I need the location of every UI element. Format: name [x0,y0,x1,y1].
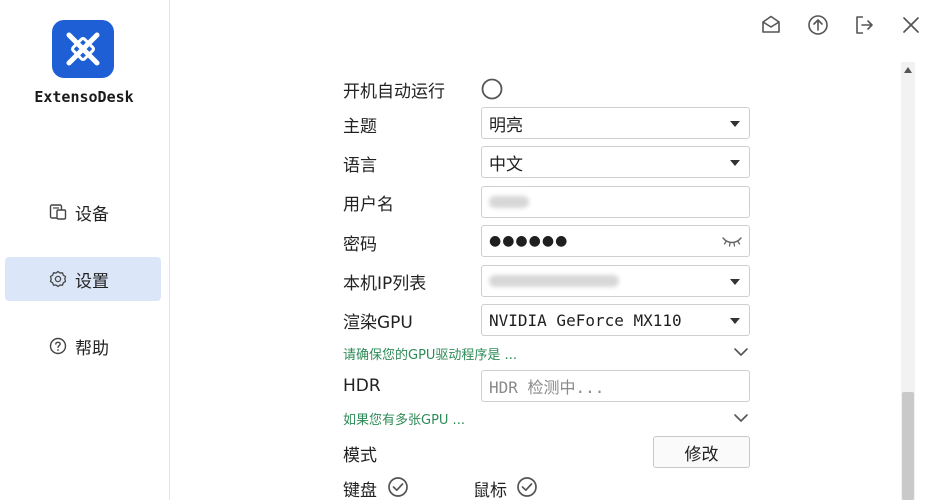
password-value: ●●●●●● [489,233,569,249]
username-label: 用户名 [343,195,394,215]
chevron-down-icon [730,121,740,127]
help-icon [49,337,67,355]
scroll-up-button[interactable] [901,62,915,78]
app-name: ExtensoDesk [34,88,134,106]
ip-list-label: 本机IP列表 [343,274,427,294]
autostart-label: 开机自动运行 [343,82,445,102]
sidebar-item-settings[interactable]: 设置 [5,257,161,301]
language-label: 语言 [343,156,377,176]
password-label: 密码 [343,235,377,255]
upload-icon[interactable] [806,13,830,37]
app-logo [52,20,114,78]
close-icon[interactable] [899,13,923,37]
hdr-field[interactable]: HDR 检测中... [481,370,750,402]
sidebar-item-label: 帮助 [75,338,109,359]
chevron-down-icon[interactable] [733,413,749,423]
chevron-down-icon[interactable] [733,347,749,357]
eye-closed-icon[interactable] [721,234,743,248]
password-field[interactable]: ●●●●●● [481,225,750,257]
language-select[interactable]: 中文 [481,146,750,178]
mouse-check-icon[interactable] [516,476,538,498]
gear-icon [49,270,67,288]
sidebar: ExtensoDesk 设备 设置 帮助 [0,0,170,500]
autostart-toggle[interactable] [480,77,504,101]
theme-select[interactable]: 明亮 [481,107,750,139]
redacted-username [489,196,529,208]
sidebar-item-help[interactable]: 帮助 [5,324,161,368]
sidebar-item-devices[interactable]: 设备 [5,190,161,234]
theme-value: 明亮 [489,115,523,136]
chevron-down-icon [730,279,740,285]
chevron-down-icon [730,160,740,166]
gpu-label: 渲染GPU [343,313,413,333]
modify-button[interactable]: 修改 [653,436,750,468]
gpu-select[interactable]: NVIDIA GeForce MX110 [481,304,750,336]
scroll-up-icon [904,67,912,73]
scrollbar-thumb[interactable] [902,392,914,500]
mouse-label: 鼠标 [473,481,507,500]
mail-icon[interactable] [759,13,783,37]
logout-icon[interactable] [852,13,876,37]
device-icon [49,204,67,220]
gpu-value: NVIDIA GeForce MX110 [489,310,682,330]
gpu-driver-hint: 请确保您的GPU驱动程序是 ... [343,348,517,363]
multi-gpu-hint: 如果您有多张GPU ... [343,413,465,428]
hdr-placeholder: HDR 检测中... [489,378,605,397]
sidebar-item-label: 设备 [75,204,109,225]
keyboard-check-icon[interactable] [387,476,409,498]
vertical-scrollbar[interactable] [901,62,915,500]
username-field[interactable] [481,186,750,218]
app-logo-icon [66,32,100,66]
redacted-ip [489,275,619,287]
ip-list-select[interactable] [481,265,750,297]
sidebar-item-label: 设置 [75,271,109,292]
mode-label: 模式 [343,446,377,466]
language-value: 中文 [489,154,523,175]
chevron-down-icon [730,318,740,324]
keyboard-label: 键盘 [343,481,377,500]
hdr-label: HDR [343,376,381,396]
theme-label: 主题 [343,117,377,137]
